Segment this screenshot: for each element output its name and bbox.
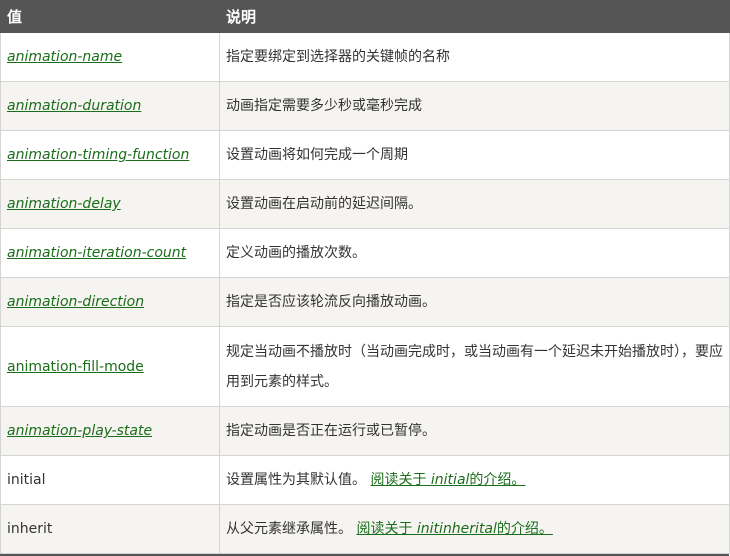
description-cell: 设置动画在启动前的延迟间隔。: [219, 179, 730, 229]
table-row: initial 设置属性为其默认值。 阅读关于 initial的介绍。: [0, 455, 730, 505]
description-cell: 指定要绑定到选择器的关键帧的名称: [219, 32, 730, 82]
value-cell: inherit: [0, 504, 220, 554]
description-cell: 规定当动画不播放时（当动画完成时，或当动画有一个延迟未开始播放时），要应用到元素…: [219, 326, 730, 407]
table-header-row: 值 说明: [0, 0, 730, 33]
table-row: animation-iteration-count 定义动画的播放次数。: [0, 228, 730, 278]
read-more-inherit-link[interactable]: 阅读关于 initinherital的介绍。: [356, 521, 552, 537]
property-link-animation-name[interactable]: animation-name: [7, 49, 122, 65]
table-row: animation-direction 指定是否应该轮流反向播放动画。: [0, 277, 730, 327]
table-row: animation-play-state 指定动画是否正在运行或已暂停。: [0, 406, 730, 456]
property-link-animation-iteration-count[interactable]: animation-iteration-count: [7, 245, 186, 261]
description-cell: 设置属性为其默认值。 阅读关于 initial的介绍。: [219, 455, 730, 505]
value-inherit: inherit: [7, 521, 53, 537]
description-cell: 指定动画是否正在运行或已暂停。: [219, 406, 730, 456]
value-cell: animation-fill-mode: [0, 326, 220, 407]
table-row: animation-fill-mode 规定当动画不播放时（当动画完成时，或当动…: [0, 326, 730, 407]
header-description: 说明: [219, 0, 730, 33]
table-row: animation-timing-function 设置动画将如何完成一个周期: [0, 130, 730, 180]
property-link-animation-timing-function[interactable]: animation-timing-function: [7, 147, 189, 163]
description-cell: 从父元素继承属性。 阅读关于 initinherital的介绍。: [219, 504, 730, 554]
description-text: 从父元素继承属性。: [226, 521, 352, 537]
table-row: inherit 从父元素继承属性。 阅读关于 initinherital的介绍。: [0, 504, 730, 554]
value-cell: animation-name: [0, 32, 220, 82]
value-cell: animation-play-state: [0, 406, 220, 456]
animation-values-table: 值 说明 animation-name 指定要绑定到选择器的关键帧的名称 ani…: [0, 0, 730, 554]
property-link-animation-fill-mode[interactable]: animation-fill-mode: [7, 359, 144, 375]
value-cell: animation-iteration-count: [0, 228, 220, 278]
property-link-animation-duration[interactable]: animation-duration: [7, 98, 141, 114]
header-value: 值: [0, 0, 220, 33]
value-cell: animation-delay: [0, 179, 220, 229]
value-cell: initial: [0, 455, 220, 505]
table-row: animation-duration 动画指定需要多少秒或毫秒完成: [0, 81, 730, 131]
read-more-initial-link[interactable]: 阅读关于 initial的介绍。: [370, 472, 525, 488]
description-text: 设置属性为其默认值。: [226, 472, 366, 488]
description-cell: 指定是否应该轮流反向播放动画。: [219, 277, 730, 327]
table-row: animation-name 指定要绑定到选择器的关键帧的名称: [0, 32, 730, 82]
value-initial: initial: [7, 472, 46, 488]
description-cell: 定义动画的播放次数。: [219, 228, 730, 278]
property-link-animation-play-state[interactable]: animation-play-state: [7, 423, 152, 439]
value-cell: animation-timing-function: [0, 130, 220, 180]
table-row: animation-delay 设置动画在启动前的延迟间隔。: [0, 179, 730, 229]
page: 值 说明 animation-name 指定要绑定到选择器的关键帧的名称 ani…: [0, 0, 730, 556]
description-cell: 设置动画将如何完成一个周期: [219, 130, 730, 180]
property-link-animation-delay[interactable]: animation-delay: [7, 196, 121, 212]
value-cell: animation-direction: [0, 277, 220, 327]
description-cell: 动画指定需要多少秒或毫秒完成: [219, 81, 730, 131]
value-cell: animation-duration: [0, 81, 220, 131]
property-link-animation-direction[interactable]: animation-direction: [7, 294, 144, 310]
